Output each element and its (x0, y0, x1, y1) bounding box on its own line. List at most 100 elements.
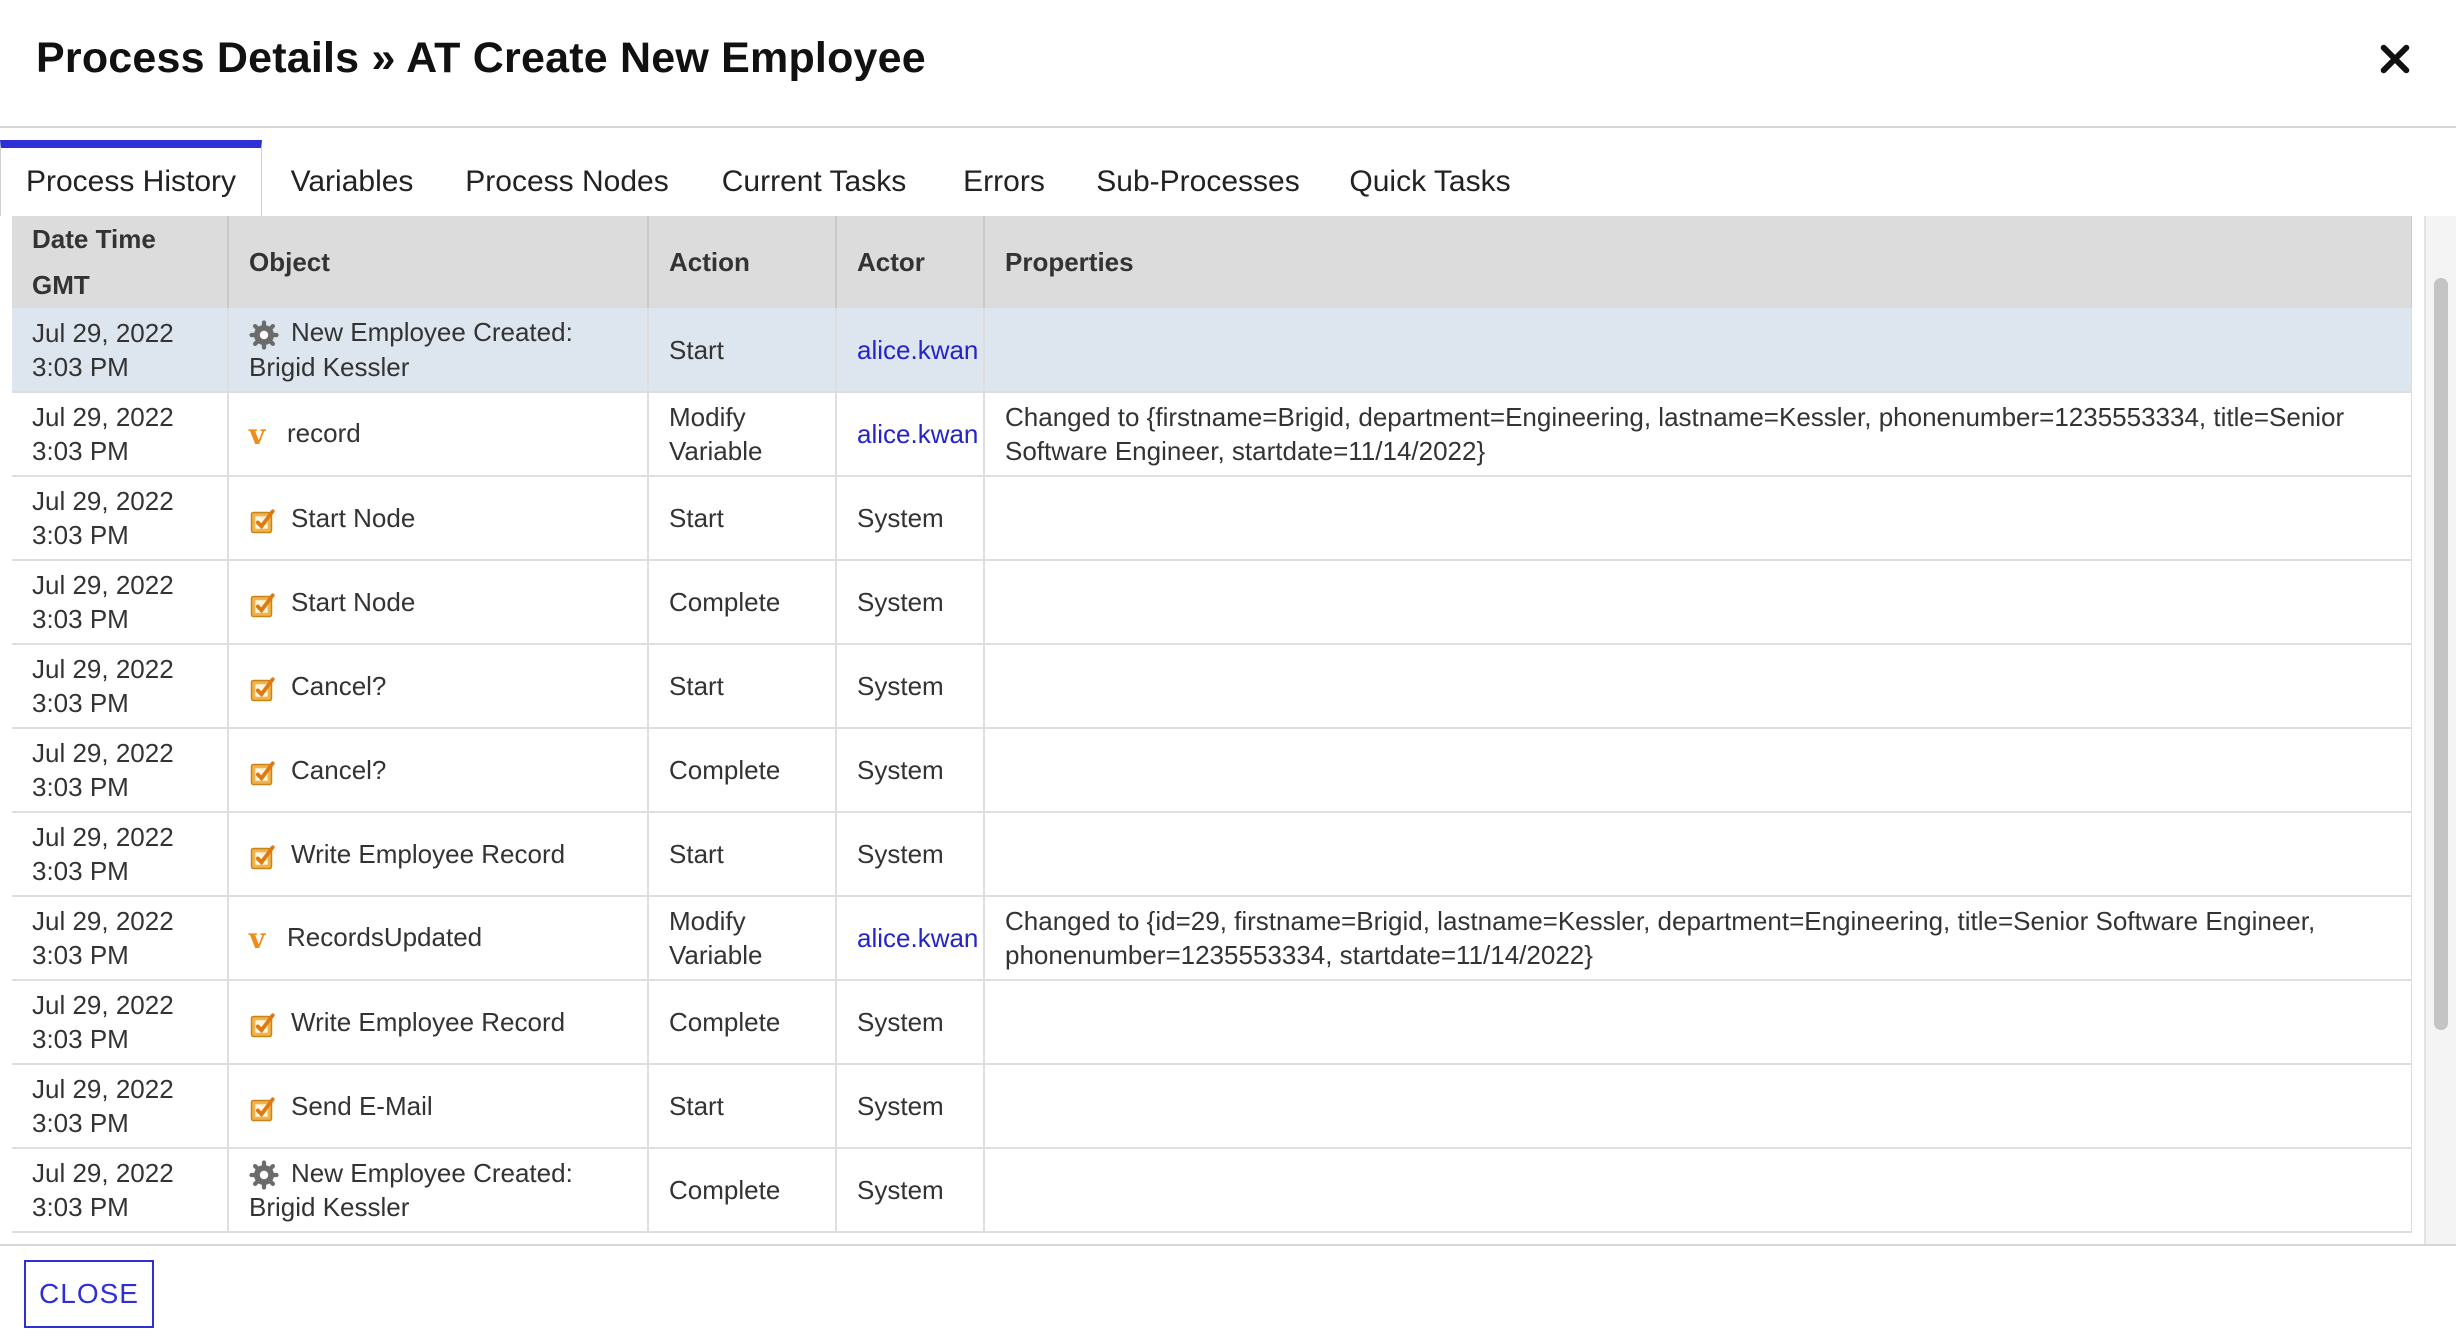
table-row[interactable]: Jul 29, 2022 3:03 PM Write Employee Recor… (12, 812, 2412, 897)
cell-properties (984, 476, 2412, 561)
cell-object: v record (228, 392, 649, 477)
actor-label: System (857, 503, 944, 533)
history-table: Date Time GMT Object Action Actor Proper… (12, 216, 2412, 1233)
table-row[interactable]: Jul 29, 2022 3:03 PM Start Node Complete Sy… (12, 560, 2412, 645)
tab-current-tasks[interactable]: Current Tasks (692, 140, 936, 216)
gear-icon (249, 1160, 279, 1190)
cell-action: Start (648, 644, 837, 729)
page-title: Process Details » AT Create New Employee (36, 34, 926, 82)
scrollbar-thumb[interactable] (2434, 278, 2448, 1030)
cell-actor: System (836, 644, 985, 729)
object-label: Start Node (291, 586, 416, 617)
cell-datetime: Jul 29, 2022 3:03 PM (12, 812, 229, 897)
cell-object: Write Employee Record (228, 812, 649, 897)
tab-bar: Process History Variables Process Nodes … (0, 140, 2456, 216)
task-icon (249, 589, 279, 619)
cell-actor: System (836, 980, 985, 1065)
table-row[interactable]: Jul 29, 2022 3:03 PM Start Node Start Syste… (12, 476, 2412, 561)
actor-label: System (857, 755, 944, 785)
actor-label: System (857, 1091, 944, 1121)
cell-action: Modify Variable (648, 392, 837, 477)
tab-sub-processes[interactable]: Sub-Processes (1072, 140, 1324, 216)
actor-label: System (857, 839, 944, 869)
cell-properties (984, 644, 2412, 729)
task-icon (249, 841, 279, 871)
cell-datetime: Jul 29, 2022 3:03 PM (12, 560, 229, 645)
cell-actor: alice.kwan (836, 308, 985, 393)
actor-link[interactable]: alice.kwan (857, 335, 978, 365)
cell-action: Start (648, 308, 837, 393)
table-row[interactable]: Jul 29, 2022 3:03 PM Cancel? Complete Syste… (12, 728, 2412, 813)
task-icon (249, 757, 279, 787)
actor-label: System (857, 1007, 944, 1037)
object-label: record (287, 417, 361, 448)
object-label: New Employee Created: Brigid Kessler (249, 1157, 573, 1223)
cell-datetime: Jul 29, 2022 3:03 PM (12, 308, 229, 393)
vertical-scrollbar[interactable] (2424, 216, 2456, 1244)
object-label: Send E-Mail (291, 1090, 433, 1121)
cell-properties (984, 308, 2412, 393)
cell-datetime: Jul 29, 2022 3:03 PM (12, 392, 229, 477)
actor-link[interactable]: alice.kwan (857, 419, 978, 449)
task-icon (249, 1009, 279, 1039)
cell-properties (984, 560, 2412, 645)
table-row[interactable]: Jul 29, 2022 3:03 PM New Employee Created… (12, 1148, 2412, 1233)
task-icon (249, 673, 279, 703)
column-header-actor[interactable]: Actor (836, 216, 985, 308)
column-header-action[interactable]: Action (648, 216, 837, 308)
actor-link[interactable]: alice.kwan (857, 923, 978, 953)
cell-action: Start (648, 812, 837, 897)
table-row[interactable]: Jul 29, 2022 3:03 PM Send E-Mail Start Syst… (12, 1064, 2412, 1149)
table-row[interactable]: Jul 29, 2022 3:03 PM v RecordsUpdated Modif… (12, 896, 2412, 981)
tab-process-history[interactable]: Process History (0, 140, 262, 216)
cell-object: Send E-Mail (228, 1064, 649, 1149)
tab-variables[interactable]: Variables (262, 140, 442, 216)
cell-action: Complete (648, 728, 837, 813)
cell-properties (984, 728, 2412, 813)
column-header-datetime-line2: GMT (32, 270, 90, 300)
variable-icon: v (249, 922, 266, 956)
cell-object: Cancel? (228, 644, 649, 729)
cell-properties: Changed to {id=29, firstname=Brigid, las… (984, 896, 2412, 981)
cell-object: Cancel? (228, 728, 649, 813)
cell-actor: System (836, 1148, 985, 1233)
close-button[interactable]: CLOSE (24, 1260, 154, 1328)
cell-properties (984, 1148, 2412, 1233)
cell-properties: Changed to {firstname=Brigid, department… (984, 392, 2412, 477)
table-row[interactable]: Jul 29, 2022 3:03 PM Cancel? Start System (12, 644, 2412, 729)
cell-datetime: Jul 29, 2022 3:03 PM (12, 644, 229, 729)
cell-object: New Employee Created: Brigid Kessler (228, 1148, 649, 1233)
object-label: New Employee Created: Brigid Kessler (249, 317, 573, 382)
close-icon[interactable] (2378, 42, 2412, 76)
cell-action: Start (648, 476, 837, 561)
cell-datetime: Jul 29, 2022 3:03 PM (12, 980, 229, 1065)
actor-label: System (857, 1175, 944, 1205)
object-label: Write Employee Record (291, 1006, 566, 1037)
object-label: Start Node (291, 502, 416, 533)
cell-datetime: Jul 29, 2022 3:03 PM (12, 1064, 229, 1149)
cell-actor: System (836, 1064, 985, 1149)
column-header-datetime-line1: Date Time (32, 224, 156, 254)
object-label: Cancel? (291, 754, 387, 785)
table-row[interactable]: Jul 29, 2022 3:03 PM Write Employee Recor… (12, 980, 2412, 1065)
cell-actor: System (836, 812, 985, 897)
cell-properties (984, 812, 2412, 897)
table-row[interactable]: Jul 29, 2022 3:03 PM v record Modify Variab… (12, 392, 2412, 477)
tab-quick-tasks[interactable]: Quick Tasks (1324, 140, 1536, 216)
cell-actor: System (836, 476, 985, 561)
column-header-datetime[interactable]: Date Time GMT (12, 216, 229, 308)
tab-errors[interactable]: Errors (936, 140, 1072, 216)
cell-actor: alice.kwan (836, 392, 985, 477)
cell-action: Complete (648, 980, 837, 1065)
gear-icon (249, 319, 279, 350)
actor-label: System (857, 671, 944, 701)
table-row[interactable]: Jul 29, 2022 3:03 PM New Employee Created… (12, 308, 2412, 393)
column-header-object[interactable]: Object (228, 216, 649, 308)
cell-datetime: Jul 29, 2022 3:03 PM (12, 1148, 229, 1233)
dialog-header: Process Details » AT Create New Employee (0, 0, 2456, 128)
cell-object: New Employee Created: Brigid Kessler (228, 308, 649, 393)
column-header-properties[interactable]: Properties (984, 216, 2412, 308)
cell-actor: alice.kwan (836, 896, 985, 981)
cell-object: v RecordsUpdated (228, 896, 649, 981)
tab-process-nodes[interactable]: Process Nodes (442, 140, 692, 216)
